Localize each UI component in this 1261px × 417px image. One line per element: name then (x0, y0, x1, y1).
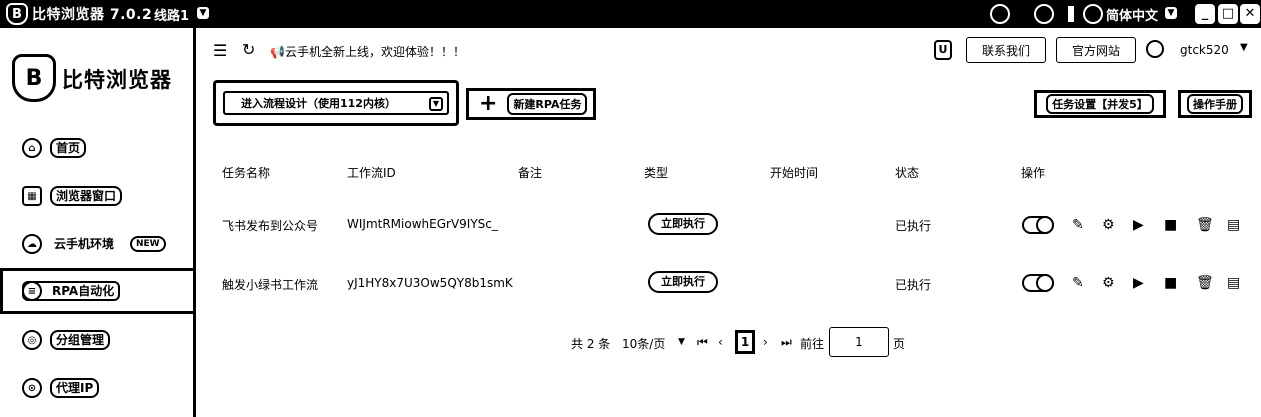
announcement-text: 云手机全新上线，欢迎体验！！！ (284, 45, 465, 59)
minimize-button[interactable]: _ (1195, 4, 1215, 24)
collapse-menu-icon[interactable]: ☰ (213, 41, 227, 60)
log-icon[interactable]: ▤ (1227, 217, 1240, 233)
pagination-total: 共 2 条 (571, 337, 611, 351)
sidebar-item-home[interactable]: ⌂ 首页 (0, 125, 196, 171)
plus-icon: + (479, 91, 498, 116)
sidebar-item-label: 浏览器窗口 (50, 186, 123, 206)
page-size-select[interactable]: 10条/页 (622, 335, 665, 352)
task-name: 飞书发布到公众号 (222, 219, 319, 233)
brand-name: 比特浏览器 (62, 68, 172, 92)
column-header-name: 任务名称 (222, 166, 271, 180)
flow-design-label: 进入流程设计（使用112内核） (241, 97, 396, 110)
cloud-phone-icon: ☁ (22, 234, 42, 254)
new-badge: NEW (130, 236, 166, 252)
page-size-caret-icon[interactable]: ▼ (678, 337, 685, 347)
line-selector[interactable]: 线路1 (154, 5, 189, 24)
prev-page-icon[interactable]: ‹ (718, 335, 723, 349)
play-icon[interactable]: ▶ (1133, 217, 1144, 233)
user-avatar-icon[interactable] (1146, 40, 1164, 58)
status-text: 已执行 (895, 278, 932, 292)
location-icon: ⊙ (22, 378, 42, 398)
new-rpa-task-button[interactable]: + 新建RPA任务 (466, 88, 596, 120)
flow-design-select-inner[interactable]: 进入流程设计（使用112内核） ▼ (223, 91, 449, 115)
theme-icon[interactable] (990, 4, 1010, 24)
delete-icon[interactable]: 🗑 (1196, 275, 1214, 291)
status-text: 已执行 (895, 219, 932, 233)
group-icon: ◎ (22, 330, 42, 350)
flow-design-select[interactable]: 进入流程设计（使用112内核） ▼ (213, 80, 459, 126)
line-dropdown-icon[interactable]: ▼ (197, 7, 209, 19)
column-header-actions: 操作 (1021, 166, 1046, 180)
sidebar-item-cloud-phone[interactable]: ☁ 云手机环境 NEW (0, 221, 196, 267)
maximize-button[interactable]: □ (1218, 4, 1238, 24)
app-logo-icon: B (6, 3, 28, 25)
sidebar-item-label: 云手机环境 (54, 237, 115, 251)
column-header-note: 备注 (518, 166, 543, 180)
refresh-icon[interactable]: ↻ (242, 40, 255, 59)
edit-icon[interactable]: ✎ (1072, 217, 1084, 233)
stop-icon[interactable]: ■ (1164, 217, 1177, 233)
sidebar-item-browser-window[interactable]: ▦ 浏览器窗口 (0, 173, 196, 219)
task-name: 触发小绿书工作流 (222, 278, 319, 292)
goto-page-input[interactable] (829, 327, 889, 357)
support-icon[interactable] (1034, 4, 1054, 24)
sidebar-item-label: RPA自动化 (22, 281, 121, 301)
flow-dropdown-icon[interactable]: ▼ (429, 97, 443, 111)
window-icon: ▦ (22, 186, 42, 206)
workflow-id: yJ1HY8x7U3Ow5QY8b1smK (347, 276, 513, 290)
last-page-icon[interactable]: ⏭ (781, 335, 792, 350)
type-badge: 立即执行 (648, 213, 718, 235)
language-selector[interactable]: 简体中文 (1106, 5, 1158, 24)
brand-logo-icon: B (12, 54, 56, 102)
language-dropdown-icon[interactable]: ▼ (1165, 7, 1177, 19)
settings-icon[interactable]: ⚙ (1102, 275, 1115, 291)
home-icon: ⌂ (22, 138, 42, 158)
column-header-type: 类型 (644, 166, 669, 180)
divider-icon (1068, 6, 1074, 22)
page-suffix: 页 (893, 337, 906, 351)
type-badge: 立即执行 (648, 271, 718, 293)
sidebar-item-label: 代理IP (50, 378, 100, 398)
sidebar-item-proxy[interactable]: ⊙ 代理IP (0, 365, 196, 411)
sidebar-item-rpa[interactable]: ≡ RPA自动化 (0, 268, 196, 314)
title-bar: B 比特浏览器 7.0.2 线路1 ▼ 简体中文 ▼ _ □ ✕ (0, 0, 1261, 28)
column-header-status: 状态 (895, 166, 920, 180)
manual-button[interactable]: 操作手册 (1178, 90, 1252, 118)
stop-icon[interactable]: ■ (1164, 275, 1177, 291)
task-settings-label: 任务设置【并发5】 (1046, 94, 1154, 114)
goto-label: 前往 (800, 337, 825, 351)
play-icon[interactable]: ▶ (1133, 275, 1144, 291)
u-icon[interactable]: U (934, 40, 952, 60)
contact-us-button[interactable]: 联系我们 (966, 37, 1046, 63)
manual-label: 操作手册 (1187, 94, 1243, 114)
workflow-id: WIJmtRMiowhEGrV9IYSc_ (347, 217, 498, 231)
log-icon[interactable]: ▤ (1227, 275, 1240, 291)
announcement: 📢云手机全新上线，欢迎体验！！！ (270, 43, 465, 60)
enable-toggle[interactable] (1022, 216, 1054, 234)
enable-toggle[interactable] (1022, 274, 1054, 292)
next-page-icon[interactable]: › (763, 335, 768, 349)
delete-icon[interactable]: 🗑 (1196, 217, 1214, 233)
current-page[interactable]: 1 (735, 330, 755, 354)
edit-icon[interactable]: ✎ (1072, 275, 1084, 291)
settings-icon[interactable]: ⚙ (1102, 217, 1115, 233)
task-settings-button[interactable]: 任务设置【并发5】 (1034, 90, 1166, 118)
globe-icon[interactable] (1083, 4, 1103, 24)
close-button[interactable]: ✕ (1240, 4, 1260, 24)
sidebar-item-label: 首页 (50, 138, 87, 158)
username[interactable]: gtck520 (1180, 43, 1229, 57)
first-page-icon[interactable]: ⏮ (697, 335, 708, 350)
new-rpa-task-label: 新建RPA任务 (507, 93, 588, 115)
user-caret-icon[interactable]: ▼ (1240, 42, 1248, 53)
column-header-workflow-id: 工作流ID (347, 166, 396, 180)
app-title: 比特浏览器 7.0.2 (32, 7, 153, 23)
megaphone-icon: 📢 (270, 45, 285, 59)
sidebar-item-group[interactable]: ◎ 分组管理 (0, 317, 196, 363)
column-header-start-time: 开始时间 (770, 166, 819, 180)
official-website-button[interactable]: 官方网站 (1056, 37, 1136, 63)
sidebar: B 比特浏览器 ⌂ 首页 ▦ 浏览器窗口 ☁ 云手机环境 NEW ≡ RPA自动… (0, 28, 196, 417)
sidebar-item-label: 分组管理 (50, 330, 111, 350)
